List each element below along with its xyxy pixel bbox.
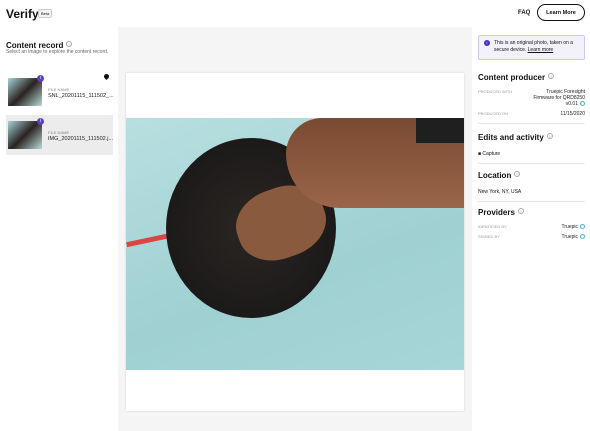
location-section: Location? New York, NY, USA: [478, 165, 585, 202]
help-icon[interactable]: ?: [66, 40, 73, 47]
top-bar: Verify Beta FAQ Learn More: [0, 0, 590, 27]
info-icon: i: [37, 118, 44, 125]
app-logo[interactable]: Verify: [6, 7, 39, 21]
list-item[interactable]: i FILE NAME SNL_20201115_111502_...: [6, 72, 114, 112]
edits-section: Edits and activity? ■ Capture: [478, 127, 585, 164]
content-producer-section: Content producer? PRODUCED WITH Truepic F…: [478, 67, 585, 124]
details-panel: i This is an original photo, taken on a …: [472, 27, 590, 431]
location-pin-icon: [102, 72, 111, 81]
content-record-sidebar: Content record? Select an image to explo…: [0, 27, 118, 431]
beta-badge: Beta: [38, 9, 53, 18]
photo[interactable]: [126, 118, 464, 370]
verified-icon: [580, 224, 585, 230]
learn-more-link[interactable]: Learn more: [528, 47, 554, 53]
list-item-selected[interactable]: i FILE NAME IMG_20201115_111502.j...: [6, 115, 113, 155]
original-photo-notice: i This is an original photo, taken on a …: [478, 35, 585, 60]
help-icon[interactable]: ?: [517, 207, 524, 214]
image-card: [126, 73, 464, 411]
verified-icon: [580, 101, 585, 107]
providers-section: Providers? IDENTIFIED BY Truepic SIGNED B…: [478, 202, 585, 240]
info-icon: i: [484, 40, 490, 46]
learn-more-button[interactable]: Learn More: [537, 4, 585, 21]
camera-icon: ■: [478, 151, 482, 157]
help-icon[interactable]: ?: [548, 72, 555, 79]
clothing: [416, 118, 464, 143]
image-viewer: [118, 27, 472, 431]
sidebar-description: Select an image to explore the content r…: [6, 49, 109, 55]
help-icon[interactable]: ?: [546, 132, 553, 139]
thumbnail: [8, 121, 42, 149]
help-icon[interactable]: ?: [514, 170, 521, 177]
verified-icon: [580, 234, 585, 240]
thumbnail: [8, 78, 42, 106]
info-icon: i: [37, 75, 44, 82]
faq-link[interactable]: FAQ: [518, 10, 530, 16]
